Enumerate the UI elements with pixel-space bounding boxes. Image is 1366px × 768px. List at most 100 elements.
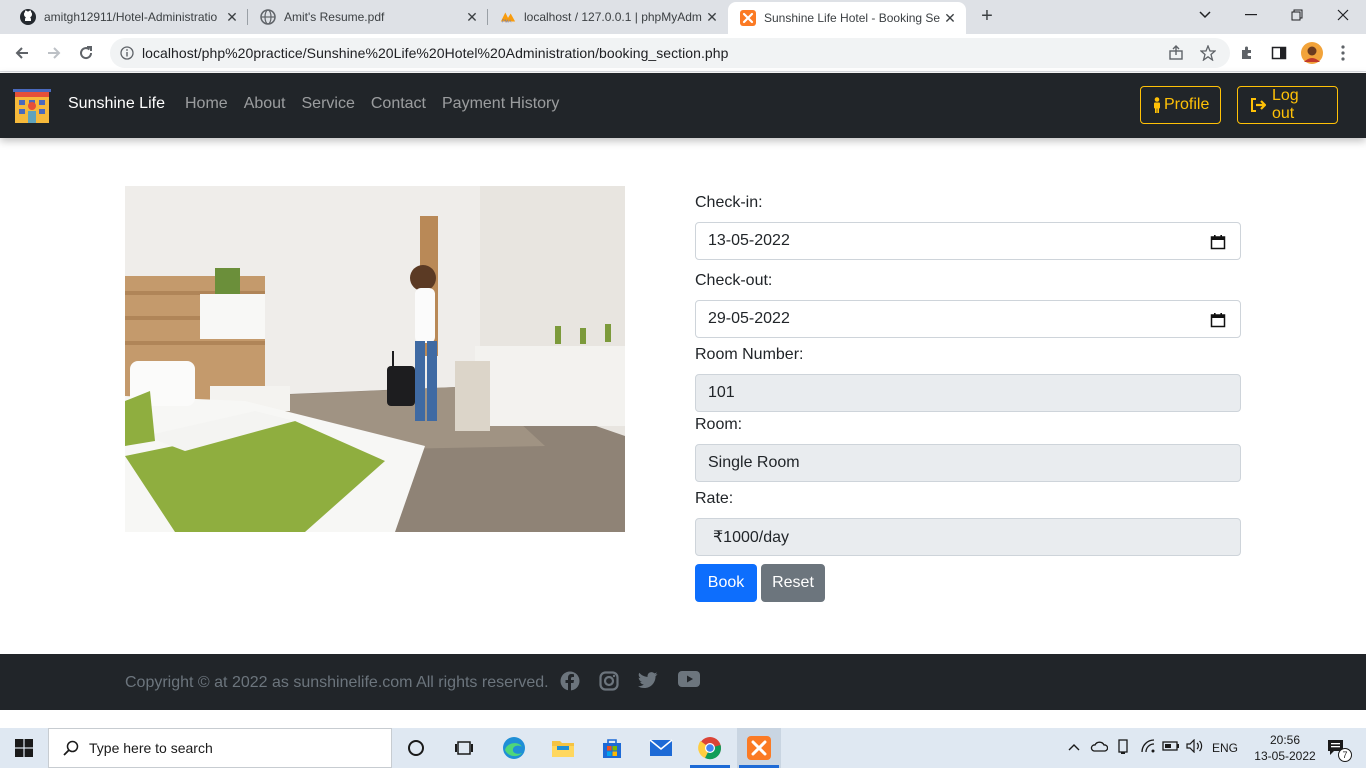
- browser-tab-strip: amitgh12911/Hotel-Administratio ✕ Amit's…: [0, 0, 1366, 34]
- checkout-date-input[interactable]: 29-05-2022: [695, 300, 1241, 338]
- url-text: localhost/php%20practice/Sunshine%20Life…: [142, 45, 729, 61]
- clock-time: 20:56: [1269, 733, 1301, 747]
- avatar[interactable]: [1300, 41, 1324, 65]
- rate-label: Rate:: [695, 490, 734, 507]
- browser-toolbar: localhost/php%20practice/Sunshine%20Life…: [0, 34, 1366, 72]
- room-type-field: Single Room: [695, 444, 1241, 482]
- nav-link-about[interactable]: About: [244, 95, 286, 113]
- tab-search-chevron-icon[interactable]: [1182, 0, 1228, 30]
- tab-title: localhost / 127.0.0.1 | phpMyAdm: [524, 10, 702, 24]
- room-label: Room:: [695, 416, 743, 433]
- language-indicator[interactable]: ENG: [1212, 741, 1238, 755]
- copyright-text: Copyright © at 2022 as sunshinelife.com …: [125, 674, 549, 691]
- nav-link-service[interactable]: Service: [302, 95, 355, 113]
- device-icon[interactable]: [1116, 739, 1130, 758]
- minimize-icon[interactable]: [1228, 0, 1274, 30]
- room-type-value: Single Room: [708, 454, 800, 471]
- nav-link-home[interactable]: Home: [185, 95, 228, 113]
- checkin-label: Check-in:: [695, 194, 763, 211]
- checkin-value: 13-05-2022: [708, 232, 790, 249]
- close-tab-icon[interactable]: ✕: [222, 9, 242, 26]
- edge-icon[interactable]: [500, 734, 528, 762]
- xampp-taskbar-icon[interactable]: [737, 728, 781, 768]
- checkout-label: Check-out:: [695, 272, 773, 289]
- search-icon: [63, 740, 79, 756]
- address-bar[interactable]: localhost/php%20practice/Sunshine%20Life…: [110, 38, 1230, 68]
- notification-count-badge: 7: [1338, 748, 1352, 762]
- info-icon[interactable]: [120, 45, 136, 61]
- instagram-icon[interactable]: [599, 671, 621, 693]
- cortana-icon[interactable]: [402, 734, 430, 762]
- volume-icon[interactable]: [1186, 738, 1204, 756]
- youtube-icon[interactable]: [678, 671, 700, 693]
- windows-start-icon[interactable]: [10, 734, 38, 762]
- hotel-logo-icon[interactable]: [12, 85, 52, 125]
- close-window-icon[interactable]: [1320, 0, 1366, 30]
- book-button[interactable]: Book: [695, 564, 757, 602]
- svg-text:PMA: PMA: [502, 18, 512, 23]
- brand-name[interactable]: Sunshine Life: [68, 95, 165, 113]
- notification-center-icon[interactable]: 7: [1322, 734, 1352, 762]
- phpmyadmin-icon: PMA: [500, 9, 516, 25]
- wifi-icon[interactable]: [1140, 739, 1156, 756]
- microsoft-store-icon[interactable]: [598, 734, 626, 762]
- profile-label: Profile: [1164, 96, 1210, 113]
- nav-link-payment-history[interactable]: Payment History: [442, 95, 559, 113]
- battery-icon[interactable]: [1162, 740, 1180, 755]
- site-footer: Copyright © at 2022 as sunshinelife.com …: [0, 654, 1366, 710]
- close-tab-icon[interactable]: ✕: [702, 9, 722, 26]
- new-tab-button[interactable]: +: [976, 6, 998, 28]
- reload-icon[interactable]: [72, 39, 100, 67]
- onedrive-cloud-icon[interactable]: [1090, 740, 1109, 755]
- room-number-value: 101: [708, 384, 735, 401]
- back-arrow-icon[interactable]: [8, 39, 36, 67]
- nav-link-contact[interactable]: Contact: [371, 95, 426, 113]
- restore-icon[interactable]: [1274, 0, 1320, 30]
- tab-title: Amit's Resume.pdf: [284, 10, 385, 24]
- calendar-icon[interactable]: [1210, 234, 1226, 250]
- windows-taskbar: Type here to search ENG 20:56 13-05-2022…: [0, 728, 1366, 768]
- side-panel-icon[interactable]: [1270, 44, 1288, 62]
- logout-label: Log out: [1272, 87, 1299, 122]
- clock-date: 13-05-2022: [1254, 749, 1316, 763]
- person-icon: [1153, 97, 1161, 113]
- extensions-icon[interactable]: [1238, 44, 1256, 62]
- share-icon[interactable]: [1167, 44, 1185, 62]
- room-number-label: Room Number:: [695, 346, 804, 363]
- logout-button[interactable]: Log out: [1237, 86, 1338, 124]
- profile-button[interactable]: Profile: [1140, 86, 1221, 124]
- taskbar-clock[interactable]: 20:56 13-05-2022: [1248, 732, 1322, 764]
- file-explorer-icon[interactable]: [549, 734, 577, 762]
- search-placeholder: Type here to search: [89, 740, 213, 756]
- forward-arrow-icon[interactable]: [40, 39, 68, 67]
- logout-icon: [1250, 98, 1266, 112]
- calendar-icon[interactable]: [1210, 312, 1226, 328]
- checkin-date-input[interactable]: 13-05-2022: [695, 222, 1241, 260]
- close-tab-icon[interactable]: ✕: [940, 10, 960, 27]
- tab-github[interactable]: amitgh12911/Hotel-Administratio ✕: [8, 0, 248, 34]
- kebab-menu-icon[interactable]: [1334, 44, 1352, 62]
- checkout-value: 29-05-2022: [708, 310, 790, 327]
- github-icon: [20, 9, 36, 25]
- twitter-icon[interactable]: [638, 671, 660, 693]
- room-photo: [125, 186, 625, 532]
- close-tab-icon[interactable]: ✕: [462, 9, 482, 26]
- chevron-up-icon[interactable]: [1068, 740, 1080, 754]
- bookmark-star-icon[interactable]: [1199, 44, 1217, 62]
- rate-value: ₹1000/day: [713, 529, 790, 546]
- rate-field: ₹1000/day: [695, 518, 1241, 556]
- taskbar-search-box[interactable]: Type here to search: [48, 728, 392, 768]
- tab-title: Sunshine Life Hotel - Booking Se: [764, 11, 940, 25]
- nav-links: Home About Service Contact Payment Histo…: [185, 95, 575, 113]
- facebook-icon[interactable]: [560, 671, 582, 693]
- chrome-icon[interactable]: [696, 734, 724, 762]
- room-number-field: 101: [695, 374, 1241, 412]
- tab-booking-active[interactable]: Sunshine Life Hotel - Booking Se ✕: [728, 2, 966, 34]
- tab-resume[interactable]: Amit's Resume.pdf ✕: [248, 0, 488, 34]
- reset-button[interactable]: Reset: [761, 564, 825, 602]
- xampp-icon: [740, 10, 756, 26]
- mail-icon[interactable]: [647, 734, 675, 762]
- globe-icon: [260, 9, 276, 25]
- tab-phpmyadmin[interactable]: PMA localhost / 127.0.0.1 | phpMyAdm ✕: [488, 0, 728, 34]
- task-view-icon[interactable]: [450, 734, 478, 762]
